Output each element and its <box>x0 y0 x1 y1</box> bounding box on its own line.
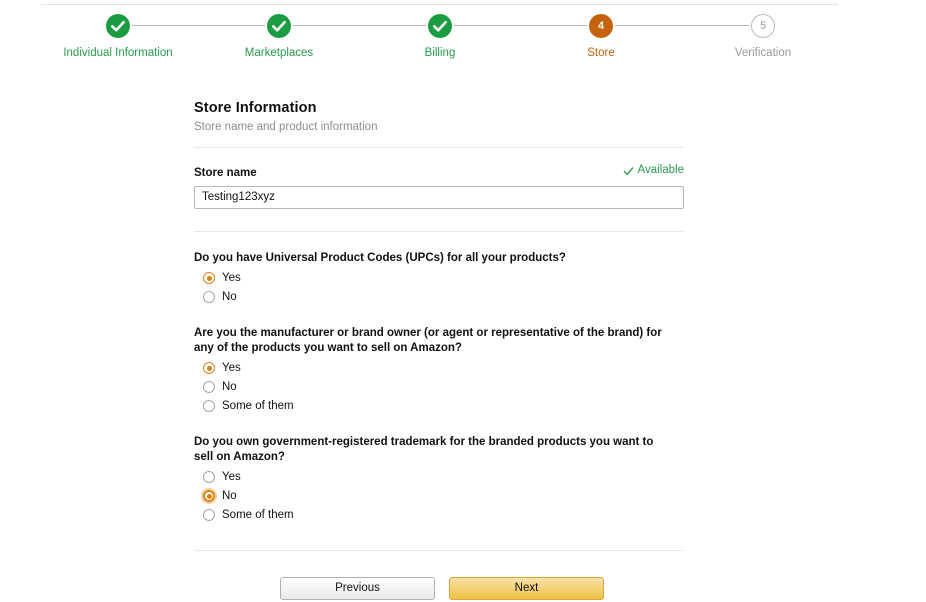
step-label: Marketplaces <box>244 47 314 59</box>
step-number: 4 <box>589 14 613 38</box>
store-name-input[interactable] <box>194 185 684 209</box>
step-complete-check-icon <box>428 14 452 38</box>
radio-unselected-icon[interactable] <box>203 381 215 393</box>
progress-stepper: Individual Information Marketplaces Billin… <box>0 14 926 66</box>
stepper-item-marketplaces[interactable]: Marketplaces <box>199 14 359 60</box>
radio-option[interactable]: Yes <box>194 468 684 487</box>
page-title: Store Information <box>194 100 317 116</box>
store-information-form: Store Information Store name and product… <box>194 100 684 600</box>
step-complete-check-icon <box>106 14 130 38</box>
radio-option[interactable]: No <box>194 487 684 506</box>
top-divider <box>41 4 838 5</box>
radio-unselected-icon[interactable] <box>203 509 215 521</box>
radio-option-label: Some of them <box>222 509 294 521</box>
radio-option[interactable]: Some of them <box>194 397 684 416</box>
radio-option[interactable]: No <box>194 378 684 397</box>
question-text: Do you have Universal Product Codes (UPC… <box>194 251 566 264</box>
field-divider <box>194 230 684 232</box>
radio-unselected-icon[interactable] <box>203 471 215 483</box>
radio-selected-icon[interactable] <box>203 362 215 374</box>
stepper-item-store[interactable]: 4 Store <box>521 14 681 60</box>
radio-unselected-icon[interactable] <box>203 400 215 412</box>
availability-status: Available <box>623 164 684 176</box>
actions-divider <box>194 549 684 551</box>
question-text: Do you own government-registered tradema… <box>194 435 654 463</box>
radio-option-label: Yes <box>222 471 241 483</box>
question-block: Do you own government-registered tradema… <box>194 435 684 525</box>
step-label: Billing <box>424 47 456 59</box>
radio-option[interactable]: No <box>194 288 684 307</box>
stepper-item-verification[interactable]: 5 Verification <box>683 14 843 60</box>
radio-option-label: No <box>222 490 237 502</box>
availability-label: Available <box>637 164 684 176</box>
radio-group: Yes No <box>194 269 684 307</box>
step-label: Verification <box>734 47 792 59</box>
radio-option[interactable]: Some of them <box>194 506 684 525</box>
step-label: Individual Information <box>63 47 173 59</box>
page-subtitle: Store name and product information <box>194 121 378 133</box>
header-divider <box>194 147 684 148</box>
stepper-item-individual-information[interactable]: Individual Information <box>38 14 198 60</box>
radio-selected-icon[interactable] <box>203 272 215 284</box>
step-complete-check-icon <box>267 14 291 38</box>
radio-option-label: Yes <box>222 272 241 284</box>
radio-unselected-icon[interactable] <box>203 291 215 303</box>
radio-group: Yes No Some of them <box>194 468 684 525</box>
previous-button[interactable]: Previous <box>280 576 435 600</box>
stepper-item-billing[interactable]: Billing <box>360 14 520 60</box>
next-button[interactable]: Next <box>449 576 604 600</box>
radio-option-label: No <box>222 291 237 303</box>
question-block: Do you have Universal Product Codes (UPC… <box>194 251 684 307</box>
radio-group: Yes No Some of them <box>194 359 684 416</box>
question-block: Are you the manufacturer or brand owner … <box>194 326 684 416</box>
check-icon <box>623 166 634 177</box>
radio-option-label: No <box>222 381 237 393</box>
step-number: 5 <box>751 14 775 38</box>
questions-container: Do you have Universal Product Codes (UPC… <box>194 251 684 525</box>
radio-option[interactable]: Yes <box>194 359 684 378</box>
store-name-label: Store name <box>194 166 257 179</box>
store-name-row: Store name Available <box>194 164 684 179</box>
step-label: Store <box>587 47 615 59</box>
question-text: Are you the manufacturer or brand owner … <box>194 326 662 354</box>
radio-selected-icon[interactable] <box>203 490 215 502</box>
radio-option[interactable]: Yes <box>194 269 684 288</box>
form-actions: Previous Next <box>194 576 684 600</box>
radio-option-label: Yes <box>222 362 241 374</box>
radio-option-label: Some of them <box>222 400 294 412</box>
